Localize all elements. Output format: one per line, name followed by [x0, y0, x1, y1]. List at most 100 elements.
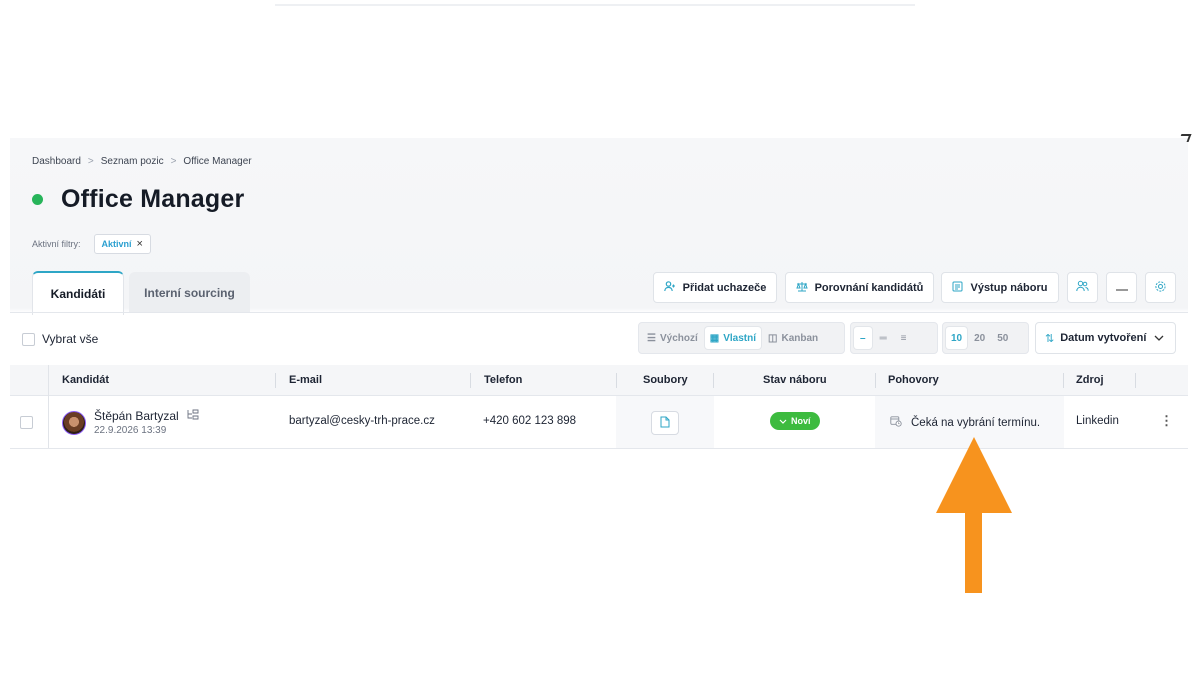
hierarchy-icon — [187, 409, 199, 423]
column-header-files[interactable]: Soubory — [643, 365, 688, 395]
page-size-20[interactable]: 20 — [969, 327, 990, 349]
breadcrumb-item-positions[interactable]: Seznam pozic — [101, 156, 164, 167]
tabs-divider — [10, 312, 1188, 313]
files-cell — [651, 411, 679, 435]
view-custom-label: Vlastní — [723, 332, 757, 344]
view-switcher: ☰ Výchozí ▦ Vlastní ◫ Kanban — [638, 322, 845, 354]
add-user-icon — [663, 280, 676, 295]
status-badge-label: Noví — [791, 416, 811, 426]
source-cell: Linkedin — [1076, 415, 1119, 427]
calendar-clock-icon — [890, 415, 902, 430]
interviews-cell[interactable]: Čeká na vybrání termínu. — [890, 415, 1040, 430]
select-all[interactable]: Vybrat vše — [22, 332, 98, 346]
kanban-icon: ◫ — [768, 332, 778, 344]
minus-icon — [1115, 282, 1128, 294]
interview-status-text: Čeká na vybrání termínu. — [911, 416, 1041, 429]
column-divider — [713, 373, 714, 388]
status-badge[interactable]: Noví — [770, 412, 820, 430]
chevron-down-icon — [779, 416, 787, 426]
sort-select[interactable]: ⇅ Datum vytvoření — [1035, 322, 1176, 354]
compare-candidates-label: Porovnání kandidátů — [814, 281, 924, 294]
annotation-arrow-icon — [936, 437, 1012, 593]
density-comfortable[interactable]: ≡ — [895, 327, 913, 349]
column-header-interviews[interactable]: Pohovory — [888, 365, 939, 395]
checkbox-column-divider — [48, 365, 49, 448]
tab-candidates[interactable]: Kandidáti — [32, 271, 124, 315]
page-title: Office Manager — [61, 185, 245, 213]
title-row: Office Manager — [32, 185, 244, 214]
menu-icon: ≡ — [900, 332, 907, 344]
close-icon[interactable]: × — [137, 238, 143, 249]
column-header-phone[interactable]: Telefon — [484, 365, 522, 395]
filter-chip-label: Aktivní — [101, 239, 132, 249]
minus-icon: – — [860, 332, 866, 344]
hiring-status-cell: Noví — [770, 412, 820, 430]
view-kanban-label: Kanban — [781, 332, 819, 344]
candidate-cell[interactable]: Štěpán Bartyzal 22.9.2026 13:39 — [62, 409, 199, 436]
page-size-50[interactable]: 50 — [992, 327, 1013, 349]
view-kanban[interactable]: ◫ Kanban — [763, 327, 823, 349]
candidate-info: Štěpán Bartyzal 22.9.2026 13:39 — [94, 409, 199, 436]
sort-icon: ⇅ — [1045, 332, 1055, 345]
row-checkbox-cell — [20, 416, 33, 429]
chevron-right-icon: > — [170, 156, 177, 167]
equals-icon: ═ — [879, 332, 887, 344]
tab-label: Kandidáti — [50, 287, 106, 301]
candidate-created-date: 22.9.2026 13:39 — [94, 425, 167, 436]
file-icon — [660, 416, 670, 431]
table-header: Kandidát E-mail Telefon Soubory Stav náb… — [10, 365, 1188, 396]
view-default[interactable]: ☰ Výchozí — [642, 327, 703, 349]
breadcrumb-item-current: Office Manager — [183, 156, 252, 167]
row-menu-icon[interactable]: ⋮ — [1160, 413, 1173, 429]
add-applicant-label: Přidat uchazeče — [682, 281, 767, 294]
grid-icon: ▦ — [709, 332, 720, 344]
column-divider — [1135, 373, 1136, 388]
chevron-down-icon — [1154, 332, 1164, 344]
density-compact[interactable]: – — [854, 327, 872, 349]
column-header-source[interactable]: Zdroj — [1076, 365, 1104, 395]
breadcrumb-item-dashboard[interactable]: Dashboard — [32, 156, 81, 167]
hiring-output-button[interactable]: Výstup náboru — [941, 272, 1059, 303]
candidate-name-row: Štěpán Bartyzal — [94, 409, 199, 423]
column-header-email[interactable]: E-mail — [289, 365, 322, 395]
users-icon — [1076, 280, 1089, 295]
column-header-candidate[interactable]: Kandidát — [62, 365, 109, 395]
gear-icon — [1154, 280, 1167, 296]
page-size-switcher: 10 20 50 — [942, 322, 1029, 354]
column-divider — [275, 373, 276, 388]
view-custom[interactable]: ▦ Vlastní — [704, 327, 762, 349]
phone-cell[interactable]: +420 602 123 898 — [483, 415, 576, 427]
column-header-hiring-status[interactable]: Stav náboru — [763, 365, 827, 395]
report-icon — [952, 281, 963, 295]
settings-button[interactable] — [1145, 272, 1176, 303]
hiring-output-label: Výstup náboru — [970, 281, 1048, 294]
team-button[interactable] — [1067, 272, 1098, 303]
sort-label: Datum vytvoření — [1060, 332, 1147, 344]
add-applicant-button[interactable]: Přidat uchazeče — [653, 272, 777, 303]
scale-icon — [795, 281, 808, 295]
density-medium[interactable]: ═ — [874, 327, 893, 349]
filter-chip-active[interactable]: Aktivní × — [93, 234, 151, 254]
view-default-label: Výchozí — [659, 332, 698, 344]
collapse-button[interactable] — [1106, 272, 1137, 303]
email-cell[interactable]: bartyzal@cesky-trh-prace.cz — [289, 415, 435, 427]
tab-internal-sourcing[interactable]: Interní sourcing — [129, 272, 250, 313]
compare-candidates-button[interactable]: Porovnání kandidátů — [785, 272, 934, 303]
tab-label: Interní sourcing — [144, 285, 235, 300]
page-size-10[interactable]: 10 — [946, 327, 968, 349]
chevron-right-icon: > — [87, 156, 94, 167]
select-all-checkbox[interactable] — [22, 332, 35, 346]
avatar — [62, 410, 86, 435]
active-filters: Aktivní filtry: Aktivní × — [32, 234, 151, 254]
row-checkbox[interactable] — [20, 416, 33, 429]
column-divider — [1063, 373, 1064, 388]
status-dot-icon — [32, 194, 43, 205]
top-divider — [275, 4, 915, 6]
file-button[interactable] — [651, 411, 679, 435]
breadcrumb: Dashboard > Seznam pozic > Office Manage… — [32, 156, 252, 167]
active-filters-label: Aktivní filtry: — [32, 239, 81, 249]
column-divider — [470, 373, 471, 388]
density-switcher: – ═ ≡ — [850, 322, 938, 354]
candidate-name[interactable]: Štěpán Bartyzal — [94, 409, 179, 423]
corner-mark — [1178, 134, 1192, 142]
